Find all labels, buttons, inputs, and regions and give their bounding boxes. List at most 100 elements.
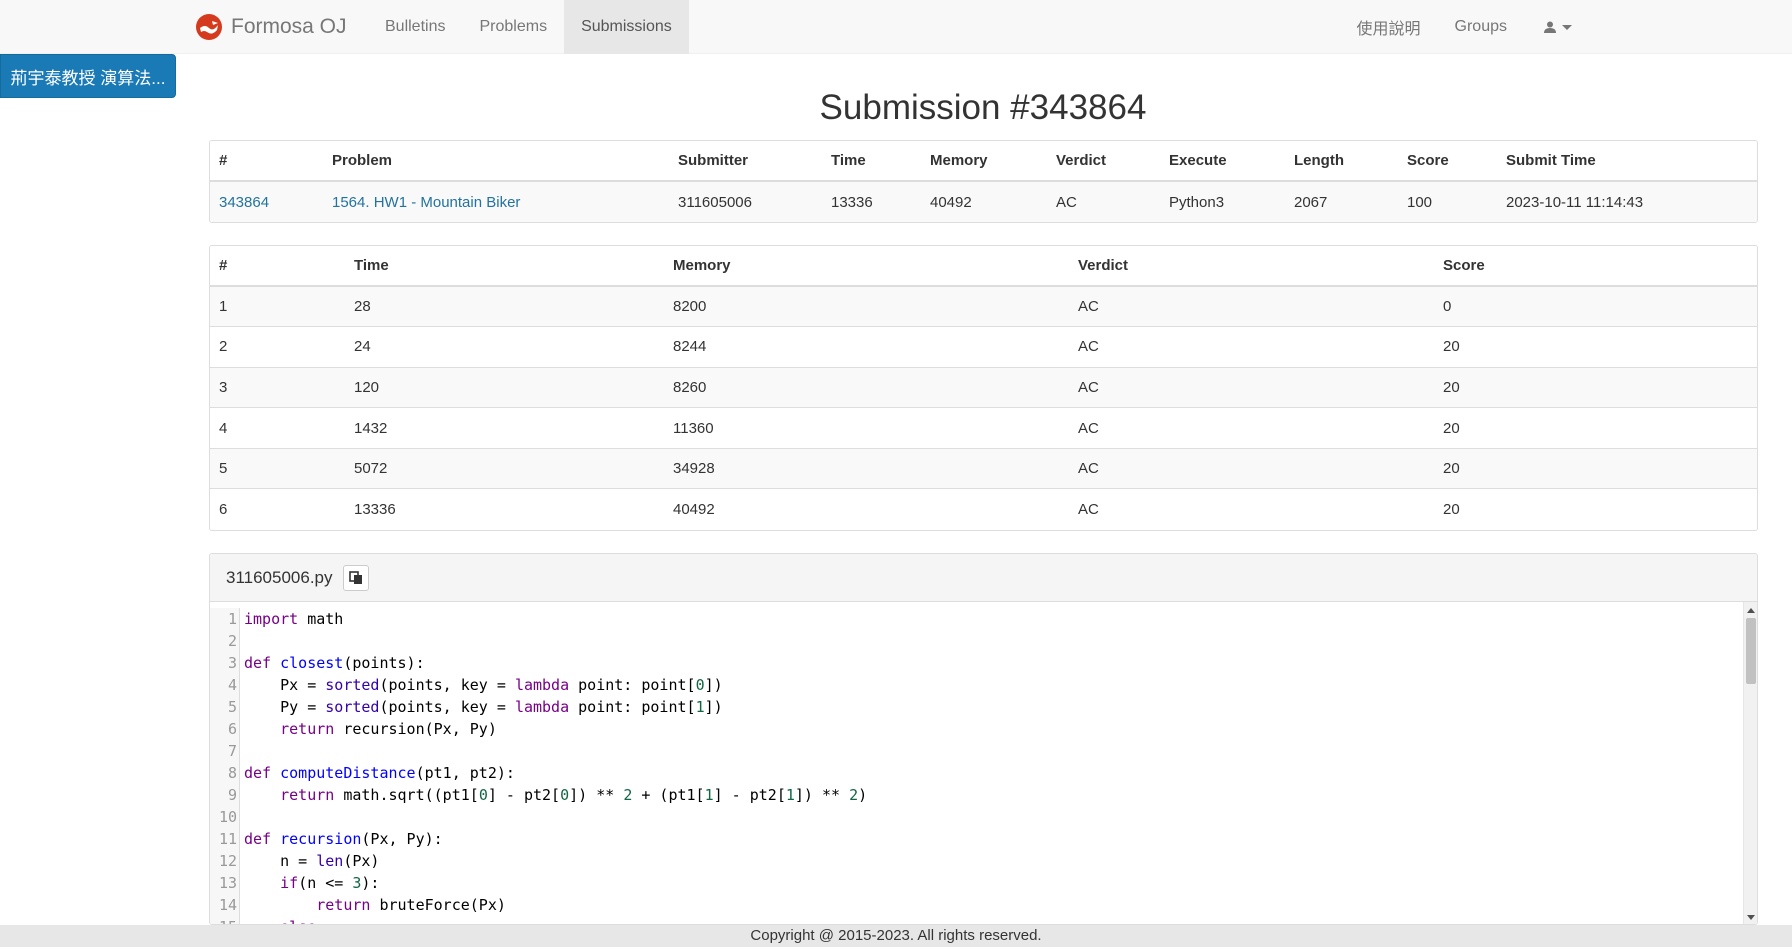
code-line: 14 return bruteForce(Px) — [210, 894, 867, 916]
line-number: 6 — [210, 718, 240, 740]
nav-groups[interactable]: Groups — [1438, 0, 1524, 54]
line-content: else: — [240, 916, 325, 924]
test-index-cell: 2 — [210, 326, 345, 368]
test-time-cell: 24 — [345, 326, 664, 368]
course-button[interactable]: 荊宇泰教授 演算法... — [0, 54, 176, 98]
col-header: Memory — [921, 141, 1047, 182]
col-header: Verdict — [1047, 141, 1160, 182]
code-line: 4 Px = sorted(points, key = lambda point… — [210, 674, 867, 696]
nav-submissions[interactable]: Submissions — [564, 0, 689, 54]
table-row: 3 120 8260 AC 20 — [210, 366, 1757, 408]
user-icon — [1544, 21, 1556, 33]
test-memory-cell: 40492 — [664, 488, 1069, 530]
footer-copyright: Copyright @ 2015-2023. All rights reserv… — [0, 925, 1792, 947]
line-content: Py = sorted(points, key = lambda point: … — [244, 698, 723, 716]
line-content: import math — [244, 610, 344, 628]
nav-bulletins[interactable]: Bulletins — [368, 0, 462, 54]
line-content: def closest(points): — [244, 654, 425, 672]
problem-link[interactable]: 1564. HW1 - Mountain Biker — [332, 194, 520, 211]
test-memory-cell: 8244 — [664, 326, 1069, 368]
nav-problems[interactable]: Problems — [462, 0, 564, 54]
submission-id-link[interactable]: 343864 — [219, 194, 269, 211]
line-number: 5 — [210, 696, 240, 718]
code-line: 3 def closest(points): — [210, 652, 867, 674]
code-line: 15 else: — [210, 916, 867, 924]
col-header: Submitter — [669, 141, 822, 182]
line-number: 3 — [210, 652, 240, 674]
line-number: 7 — [210, 740, 240, 762]
code-lines: 1 import math 2 3 def closest(points): 4 Px =… — [210, 608, 868, 924]
col-header: # — [210, 246, 345, 287]
test-score-cell: 20 — [1434, 488, 1757, 530]
nav-usage-guide[interactable]: 使用說明 — [1340, 0, 1438, 54]
brand-link[interactable]: Formosa OJ — [195, 0, 347, 54]
col-header: Submit Time — [1497, 141, 1757, 182]
scroll-up-arrow-icon[interactable] — [1747, 608, 1755, 613]
test-time-cell: 13336 — [345, 488, 664, 530]
line-content: return math.sqrt((pt1[0] - pt2[0]) ** 2 … — [280, 786, 868, 804]
line-number: 11 — [210, 828, 240, 850]
memory-cell: 40492 — [921, 181, 1047, 222]
code-line: 6 return recursion(Px, Py) — [210, 718, 867, 740]
page-title: Submission #343864 — [819, 88, 1147, 127]
code-editor[interactable]: 1 import math 2 3 def closest(points): 4 Px =… — [210, 602, 1757, 924]
tests-header-row: # Time Memory Verdict Score — [210, 246, 1757, 287]
line-number: 10 — [210, 806, 240, 828]
user-menu-toggle[interactable] — [1524, 0, 1592, 54]
test-verdict-cell: AC — [1069, 447, 1434, 489]
code-line: 12 n = len(Px) — [210, 850, 867, 872]
nav-right: 使用說明 Groups — [1340, 0, 1592, 54]
code-line: 11 def recursion(Px, Py): — [210, 828, 867, 850]
caret-down-icon — [1562, 24, 1572, 30]
test-verdict-cell: AC — [1069, 488, 1434, 530]
code-scrollbar[interactable] — [1743, 602, 1757, 924]
code-line: 10 — [210, 806, 867, 828]
length-cell: 2067 — [1285, 181, 1398, 222]
line-number: 8 — [210, 762, 240, 784]
line-content: return recursion(Px, Py) — [280, 720, 497, 738]
test-verdict-cell: AC — [1069, 366, 1434, 408]
table-row: 5 5072 34928 AC 20 — [210, 447, 1757, 489]
line-number: 13 — [210, 872, 240, 894]
table-row: 2 24 8244 AC 20 — [210, 326, 1757, 368]
code-panel-header: 311605006.py — [210, 554, 1757, 602]
nav-left: Bulletins Problems Submissions — [368, 0, 689, 54]
submission-summary-table: # Problem Submitter Time Memory Verdict … — [209, 140, 1758, 223]
scroll-thumb[interactable] — [1746, 618, 1756, 684]
test-index-cell: 4 — [210, 407, 345, 449]
code-line: 2 — [210, 630, 867, 652]
test-time-cell: 1432 — [345, 407, 664, 449]
scroll-down-arrow-icon[interactable] — [1747, 915, 1755, 920]
test-index-cell: 1 — [210, 286, 345, 327]
summary-header-row: # Problem Submitter Time Memory Verdict … — [210, 141, 1757, 182]
col-header: Score — [1398, 141, 1497, 182]
verdict-cell: AC — [1047, 181, 1160, 222]
line-number: 12 — [210, 850, 240, 872]
table-row: 1 28 8200 AC 0 — [210, 286, 1757, 327]
col-header: Score — [1434, 246, 1757, 287]
table-row: 4 1432 11360 AC 20 — [210, 407, 1757, 449]
test-memory-cell: 11360 — [664, 407, 1069, 449]
line-number: 15 — [210, 916, 240, 924]
line-content: def computeDistance(pt1, pt2): — [244, 764, 515, 782]
copy-code-button[interactable] — [342, 564, 369, 591]
line-content — [240, 806, 244, 828]
test-verdict-cell: AC — [1069, 407, 1434, 449]
test-score-cell: 20 — [1434, 326, 1757, 368]
formosa-logo-icon — [196, 14, 222, 40]
line-content — [240, 630, 244, 652]
line-number: 4 — [210, 674, 240, 696]
test-time-cell: 5072 — [345, 447, 664, 489]
col-header: Length — [1285, 141, 1398, 182]
line-content: return bruteForce(Px) — [316, 896, 506, 914]
col-header: Time — [822, 141, 921, 182]
col-header: Problem — [323, 141, 669, 182]
line-content: if(n <= 3): — [280, 874, 380, 892]
test-time-cell: 120 — [345, 366, 664, 408]
code-filename: 311605006.py — [226, 567, 333, 587]
code-line: 1 import math — [210, 608, 867, 630]
submitter-cell: 311605006 — [669, 181, 822, 222]
test-verdict-cell: AC — [1069, 326, 1434, 368]
line-number: 14 — [210, 894, 240, 916]
line-content: def recursion(Px, Py): — [244, 830, 443, 848]
